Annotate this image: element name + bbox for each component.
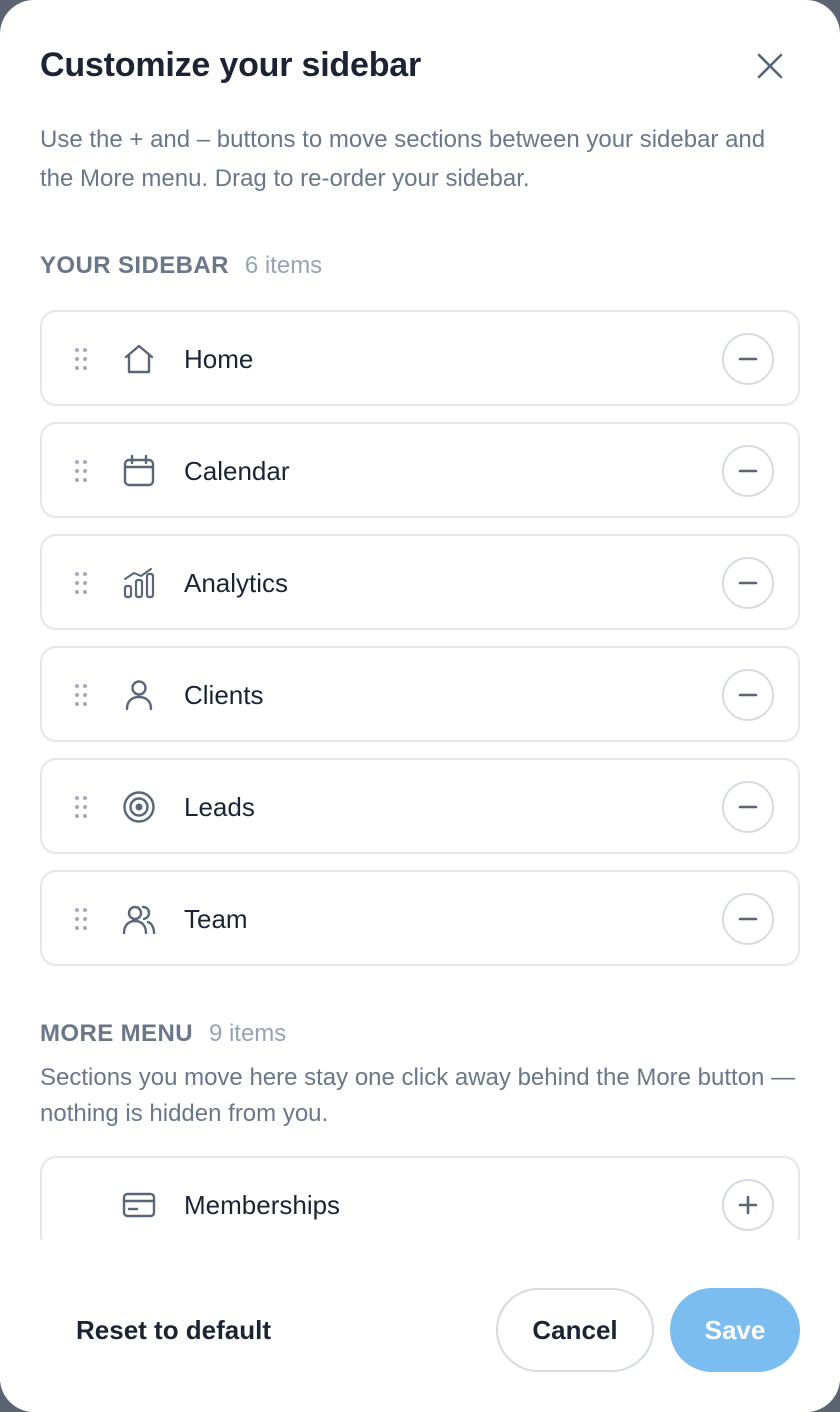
drag-handle-icon[interactable] [74, 683, 88, 707]
section-count: 9 items [208, 1020, 287, 1047]
more-menu-list: Memberships [40, 1156, 800, 1240]
sidebar-item-calendar[interactable]: Calendar [40, 422, 800, 518]
section-label: YOUR SIDEBAR [40, 252, 229, 279]
more-menu-description: Sections you move here stay one click aw… [40, 1064, 796, 1127]
home-icon [124, 344, 154, 374]
minus-icon [738, 581, 758, 585]
sidebar-item-clients[interactable]: Clients [40, 646, 800, 742]
analytics-icon [123, 568, 155, 599]
minus-icon [738, 469, 758, 473]
remove-from-sidebar-button[interactable] [722, 557, 774, 609]
sidebar-item-label: Clients [184, 680, 264, 710]
dialog-title: Customize your sidebar [40, 46, 422, 84]
dialog-footer: Reset to default Cancel Save [0, 1240, 840, 1412]
calendar-icon [123, 454, 155, 487]
drag-handle-icon[interactable] [74, 347, 88, 371]
sidebar-item-label: Calendar [184, 456, 290, 486]
card-icon [122, 1192, 156, 1218]
sidebar-item-leads[interactable]: Leads [40, 758, 800, 854]
sidebar-item-label: Leads [184, 792, 255, 822]
add-to-sidebar-button[interactable] [722, 1179, 774, 1231]
minus-icon [738, 693, 758, 697]
user-icon [125, 680, 153, 711]
remove-from-sidebar-button[interactable] [722, 893, 774, 945]
dialog-intro: Use the + and – buttons to move sections… [40, 126, 766, 192]
close-icon [757, 53, 783, 79]
remove-from-sidebar-button[interactable] [722, 333, 774, 385]
sidebar-list: Home Calendar Analytics Clients Leads Te… [40, 310, 800, 982]
drag-handle-icon[interactable] [74, 795, 88, 819]
reset-to-default-button[interactable]: Reset to default [56, 1298, 291, 1362]
minus-icon [738, 805, 758, 809]
sidebar-item-label: Analytics [184, 568, 289, 598]
more-item-memberships[interactable]: Memberships [40, 1156, 800, 1240]
team-icon [122, 905, 156, 935]
sidebar-item-label: Home [184, 344, 254, 374]
more-menu-header: MORE MENU 9 items [40, 1020, 286, 1048]
drag-handle-icon[interactable] [74, 571, 88, 595]
sidebar-item-team[interactable]: Team [40, 870, 800, 966]
close-button[interactable] [746, 42, 794, 90]
remove-from-sidebar-button[interactable] [722, 445, 774, 497]
more-item-label: Memberships [184, 1190, 341, 1220]
cancel-button[interactable]: Cancel [496, 1288, 654, 1372]
drag-handle-icon[interactable] [74, 459, 88, 483]
remove-from-sidebar-button[interactable] [722, 669, 774, 721]
sidebar-item-label: Team [184, 904, 248, 934]
drag-handle-icon[interactable] [74, 907, 88, 931]
section-label: MORE MENU [40, 1020, 193, 1047]
sidebar-item-home[interactable]: Home [40, 310, 800, 406]
more-menu-scroll-area[interactable]: Memberships [40, 1156, 800, 1240]
sidebar-item-analytics[interactable]: Analytics [40, 534, 800, 630]
customize-sidebar-dialog: Customize your sidebar Use the + and – b… [0, 0, 840, 1412]
minus-icon [738, 357, 758, 361]
your-sidebar-header: YOUR SIDEBAR 6 items [40, 252, 322, 280]
remove-from-sidebar-button[interactable] [722, 781, 774, 833]
section-count: 6 items [244, 252, 323, 279]
target-icon [123, 791, 155, 823]
save-button[interactable]: Save [670, 1288, 800, 1372]
plus-icon [738, 1195, 758, 1215]
minus-icon [738, 917, 758, 921]
